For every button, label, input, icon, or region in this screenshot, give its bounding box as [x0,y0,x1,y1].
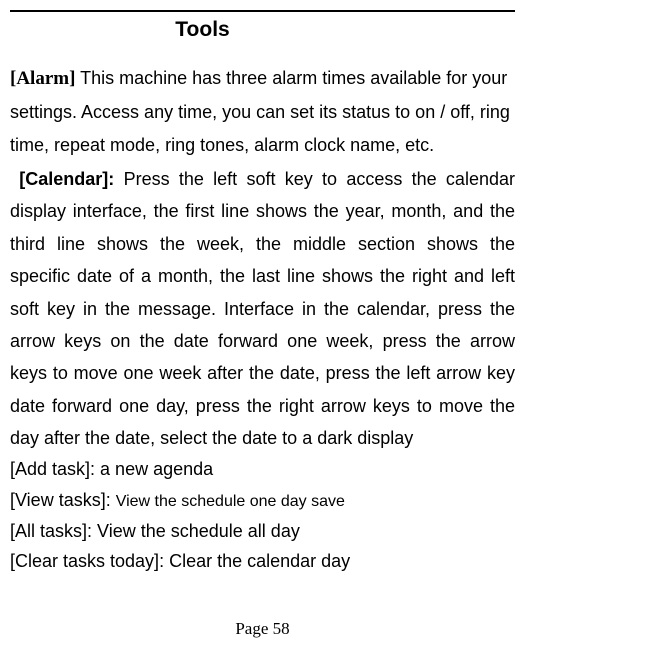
task-view: [View tasks]: View the schedule one day … [10,485,515,516]
calendar-text: Press the left soft key to access the ca… [10,169,515,448]
task-view-text: View the schedule one day save [116,493,345,510]
alarm-text: This machine has three alarm times avail… [10,68,510,155]
task-all: [All tasks]: View the schedule all day [10,516,515,547]
task-view-label: [View tasks]: [10,490,116,510]
page-title: Tools [0,18,515,42]
task-add-text: a new agenda [100,459,213,479]
task-all-label: [All tasks]: [10,521,97,541]
calendar-paragraph: [Calendar]: Press the left soft key to a… [10,163,515,455]
task-clear-label: [Clear tasks today]: [10,551,169,571]
task-clear: [Clear tasks today]: Clear the calendar … [10,546,515,577]
top-rule [10,10,515,12]
task-add-label: [Add task]: [10,459,100,479]
task-all-text: View the schedule all day [97,521,300,541]
calendar-label: [Calendar]: [19,169,114,189]
alarm-label: [Alarm] [10,68,75,89]
alarm-paragraph: [Alarm] This machine has three alarm tim… [10,62,515,161]
task-add: [Add task]: a new agenda [10,454,515,485]
task-clear-text: Clear the calendar day [169,551,350,571]
page-number: Page 58 [0,619,525,639]
